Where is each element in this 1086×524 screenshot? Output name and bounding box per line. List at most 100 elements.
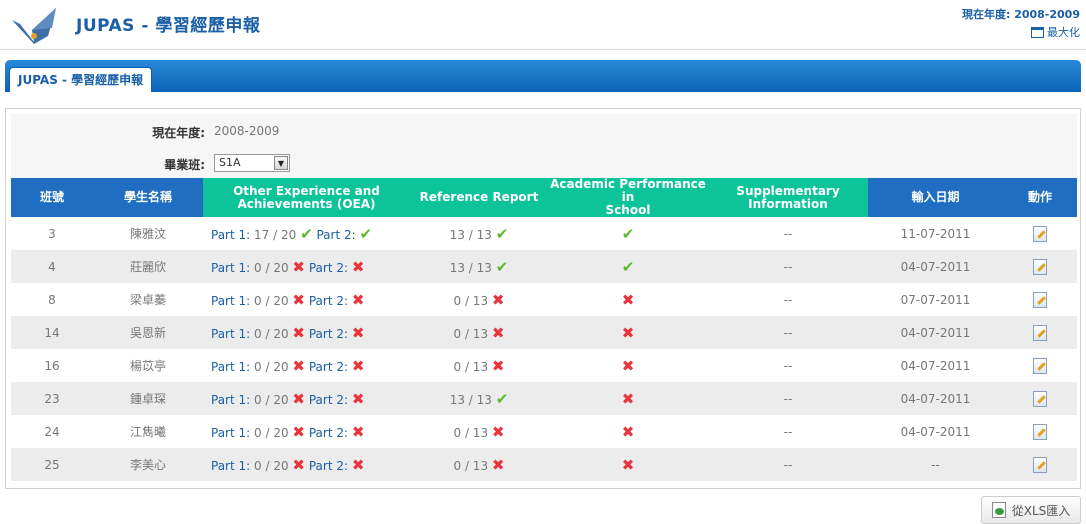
cross-icon: ✖	[351, 422, 365, 441]
cell-student-name: 梁卓蓁	[93, 283, 203, 316]
oea-part2-link[interactable]: Part 2:	[309, 393, 348, 407]
cross-icon: ✖	[351, 257, 365, 276]
cell-reference: 0 / 13 ✖	[410, 448, 548, 481]
header-academic[interactable]: Academic Performance in School	[548, 178, 708, 217]
oea-part1-link[interactable]: Part 1:	[211, 459, 250, 473]
header-oea-line1: Other Experience and	[233, 183, 380, 198]
import-xls-button[interactable]: 從XLS匯入	[981, 496, 1081, 524]
table-row: 24 江雋曦 Part 1: 0 / 20 ✖ Part 2: ✖ 0 / 13 ✖ ✖…	[11, 415, 1077, 448]
cell-reference: 13 / 13 ✔	[410, 382, 548, 415]
cross-icon: ✖	[351, 389, 365, 408]
cross-icon: ✖	[621, 389, 635, 408]
class-select[interactable]: S1A ▼	[214, 154, 290, 172]
cross-icon: ✖	[491, 290, 505, 309]
page-header: JUPAS - 學習經歷申報 現在年度: 2008-2009 最大化	[0, 0, 1086, 50]
maximize-button[interactable]: 最大化	[962, 24, 1080, 40]
cell-academic: ✖	[548, 382, 708, 415]
oea-part2-link[interactable]: Part 2:	[309, 294, 348, 308]
oea-part1-link[interactable]: Part 1:	[211, 327, 250, 341]
oea-part1-link[interactable]: Part 1:	[211, 360, 250, 374]
oea-part1-count: 17 / 20	[254, 227, 297, 242]
oea-part2-link[interactable]: Part 2:	[309, 327, 348, 341]
check-icon: ✔	[300, 224, 313, 243]
chevron-down-icon[interactable]: ▼	[274, 156, 288, 170]
oea-part1-link[interactable]: Part 1:	[211, 294, 250, 308]
cell-class-no: 24	[11, 415, 93, 448]
oea-part2-link[interactable]: Part 2:	[309, 426, 348, 440]
filter-area: 現在年度: 2008-2009 畢業班: S1A ▼	[11, 114, 1077, 181]
cell-reference: 0 / 13 ✖	[410, 349, 548, 382]
table-row: 16 楊苡亭 Part 1: 0 / 20 ✖ Part 2: ✖ 0 / 13 ✖ ✖…	[11, 349, 1077, 382]
edit-icon[interactable]	[1033, 324, 1047, 341]
header-oea[interactable]: Other Experience and Achievements (OEA)	[203, 178, 410, 217]
table-body: 3 陳雅汶 Part 1: 17 / 20 ✔ Part 2: ✔ 13 / 13 ✔…	[11, 217, 1077, 481]
table-row: 14 吳恩新 Part 1: 0 / 20 ✖ Part 2: ✖ 0 / 13 ✖ ✖…	[11, 316, 1077, 349]
cell-academic: ✖	[548, 349, 708, 382]
oea-part1-link[interactable]: Part 1:	[211, 426, 250, 440]
header-supplementary[interactable]: Supplementary Information	[708, 178, 868, 217]
cell-action	[1003, 349, 1077, 382]
check-icon: ✔	[359, 224, 373, 243]
edit-icon[interactable]	[1033, 456, 1047, 473]
cell-class-no: 4	[11, 250, 93, 283]
table-row: 4 莊麗欣 Part 1: 0 / 20 ✖ Part 2: ✖ 13 / 13 ✔ ✔…	[11, 250, 1077, 283]
edit-icon[interactable]	[1033, 225, 1047, 242]
year-box: 現在年度: 2008-2009 最大化	[962, 6, 1080, 40]
oea-part1-count: 0 / 20	[254, 392, 289, 407]
header-class-no[interactable]: 班號	[11, 178, 93, 217]
tab-jupas[interactable]: JUPAS - 學習經歷申報	[9, 67, 153, 92]
edit-icon[interactable]	[1033, 258, 1047, 275]
cell-reference: 13 / 13 ✔	[410, 217, 548, 250]
cell-supplementary: --	[708, 217, 868, 250]
oea-part1-count: 0 / 20	[254, 425, 289, 440]
check-icon: ✔	[495, 257, 509, 276]
oea-part1-link[interactable]: Part 1:	[211, 393, 250, 407]
cross-icon: ✖	[621, 290, 635, 309]
oea-part2-link[interactable]: Part 2:	[309, 459, 348, 473]
oea-part1-count: 0 / 20	[254, 293, 289, 308]
edit-icon[interactable]	[1033, 423, 1047, 440]
cross-icon: ✖	[292, 290, 305, 309]
cell-action	[1003, 250, 1077, 283]
oea-part1-link[interactable]: Part 1:	[211, 228, 250, 242]
cell-action	[1003, 283, 1077, 316]
oea-part1-link[interactable]: Part 1:	[211, 261, 250, 275]
oea-part2-link[interactable]: Part 2:	[309, 360, 348, 374]
reference-count: 0 / 13	[453, 458, 489, 473]
cross-icon: ✖	[292, 389, 305, 408]
header-supp-line2: Information	[748, 196, 828, 211]
cell-input-date: 04-07-2011	[868, 316, 1003, 349]
cell-input-date: 04-07-2011	[868, 250, 1003, 283]
reference-count: 0 / 13	[453, 425, 489, 440]
xls-file-icon	[991, 502, 1006, 518]
check-icon: ✔	[495, 224, 509, 243]
header-input-date[interactable]: 輸入日期	[868, 178, 1003, 217]
cell-student-name: 鍾卓琛	[93, 382, 203, 415]
cell-reference: 13 / 13 ✔	[410, 250, 548, 283]
oea-part1-count: 0 / 20	[254, 359, 289, 374]
edit-icon[interactable]	[1033, 390, 1047, 407]
reference-count: 0 / 13	[453, 326, 489, 341]
oea-part2-link[interactable]: Part 2:	[309, 261, 348, 275]
edit-icon[interactable]	[1033, 357, 1047, 374]
cell-student-name: 李美心	[93, 448, 203, 481]
cross-icon: ✖	[292, 422, 305, 441]
cell-student-name: 江雋曦	[93, 415, 203, 448]
cross-icon: ✖	[292, 455, 305, 474]
cross-icon: ✖	[292, 323, 305, 342]
header-student-name[interactable]: 學生名稱	[93, 178, 203, 217]
cell-academic: ✖	[548, 415, 708, 448]
check-icon: ✔	[621, 257, 635, 276]
reference-count: 0 / 13	[453, 359, 489, 374]
cell-class-no: 23	[11, 382, 93, 415]
oea-part2-link[interactable]: Part 2:	[316, 228, 355, 242]
oea-part1-count: 0 / 20	[254, 326, 289, 341]
class-filter-label: 畢業班:	[164, 158, 205, 172]
cell-class-no: 8	[11, 283, 93, 316]
edit-icon[interactable]	[1033, 291, 1047, 308]
cell-reference: 0 / 13 ✖	[410, 283, 548, 316]
cell-oea: Part 1: 0 / 20 ✖ Part 2: ✖	[203, 415, 410, 448]
table-row: 8 梁卓蓁 Part 1: 0 / 20 ✖ Part 2: ✖ 0 / 13 ✖ ✖ -…	[11, 283, 1077, 316]
cross-icon: ✖	[292, 356, 305, 375]
header-reference[interactable]: Reference Report	[410, 178, 548, 217]
